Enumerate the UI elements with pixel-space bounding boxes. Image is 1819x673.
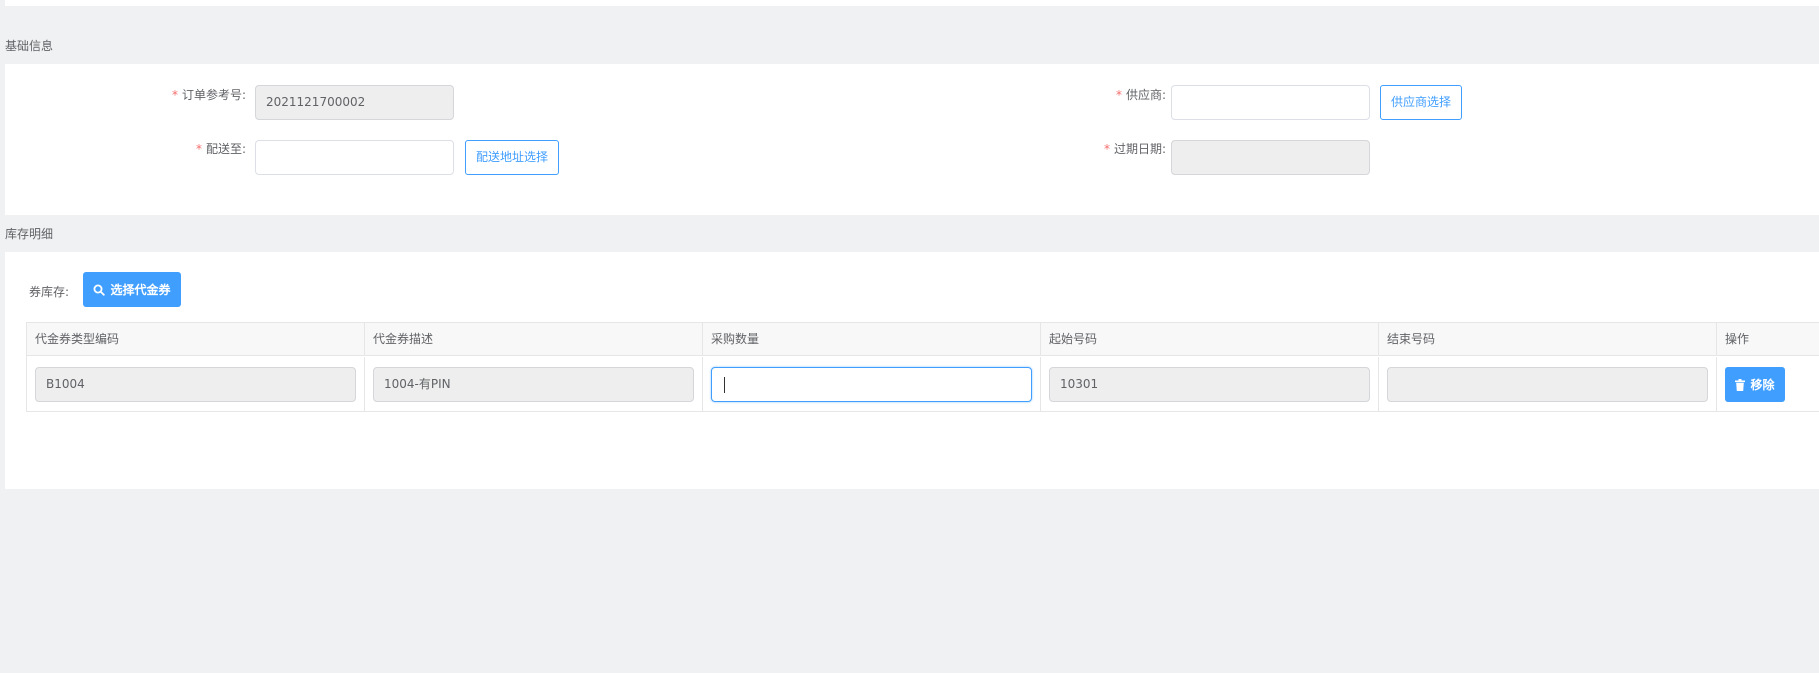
expiry-date-label-text: 过期日期: <box>1113 142 1166 156</box>
select-coupon-button[interactable]: 选择代金券 <box>83 272 181 307</box>
inventory-panel: 券库存: 选择代金券 代金券类型编码 代金券描述 采购数量 起始号码 结束号码 … <box>5 252 1819 489</box>
column-header: 代金券类型编码 <box>27 323 365 356</box>
table-header: 代金券类型编码 代金券描述 采购数量 起始号码 结束号码 操作 <box>27 323 1819 356</box>
order-ref-label: * 订单参考号: <box>172 86 246 103</box>
text-caret <box>724 376 725 393</box>
ship-to-select-button[interactable]: 配送地址选择 <box>465 140 559 175</box>
table-cell <box>703 357 1041 412</box>
table-cell: 10301 <box>1041 357 1379 412</box>
basic-info-panel: * 订单参考号: 2021121700002 * 供应商: 供应商选择 * 配送至: … <box>5 64 1819 215</box>
required-mark: * <box>1103 142 1110 156</box>
column-header: 代金券描述 <box>365 323 703 356</box>
section-inventory-detail: 库存明细 <box>5 227 54 241</box>
supplier-input[interactable] <box>1171 85 1370 120</box>
trash-icon <box>1735 378 1746 391</box>
ship-to-input[interactable] <box>255 140 454 175</box>
supplier-label-text: 供应商: <box>1125 88 1166 102</box>
table-cell <box>1379 357 1717 412</box>
ship-to-label: * 配送至: <box>196 140 246 157</box>
supplier-select-button[interactable]: 供应商选择 <box>1380 85 1462 120</box>
table-cell: 1004-有PIN <box>365 357 703 412</box>
top-strip <box>5 0 1819 6</box>
column-header: 起始号码 <box>1041 323 1379 356</box>
remove-button[interactable]: 移除 <box>1725 367 1785 402</box>
expiry-date-label: * 过期日期: <box>1104 140 1166 157</box>
order-ref-label-text: 订单参考号: <box>181 88 246 102</box>
column-header: 结束号码 <box>1379 323 1717 356</box>
required-mark: * <box>171 88 178 102</box>
ship-to-label-text: 配送至: <box>205 142 246 156</box>
inventory-table: 代金券类型编码 代金券描述 采购数量 起始号码 结束号码 操作 B1004 10… <box>26 322 1819 412</box>
expiry-date-input[interactable] <box>1171 140 1370 175</box>
supplier-label: * 供应商: <box>1116 86 1166 103</box>
table-cell: 移除 <box>1717 357 1819 412</box>
select-coupon-button-label: 选择代金券 <box>110 283 171 297</box>
coupon-inventory-label: 券库存: <box>29 285 70 299</box>
remove-button-label: 移除 <box>1750 378 1775 392</box>
end-number-input[interactable] <box>1387 367 1708 402</box>
description-input[interactable]: 1004-有PIN <box>373 367 694 402</box>
column-header: 采购数量 <box>703 323 1041 356</box>
table-cell: B1004 <box>27 357 365 412</box>
required-mark: * <box>195 142 202 156</box>
column-header: 操作 <box>1725 332 1750 346</box>
type-code-input[interactable]: B1004 <box>35 367 356 402</box>
order-ref-input[interactable]: 2021121700002 <box>255 85 454 120</box>
search-icon <box>93 284 106 296</box>
required-mark: * <box>1115 88 1122 102</box>
section-basic-info: 基础信息 <box>5 39 54 53</box>
quantity-input[interactable] <box>711 367 1032 402</box>
start-number-input[interactable]: 10301 <box>1049 367 1370 402</box>
